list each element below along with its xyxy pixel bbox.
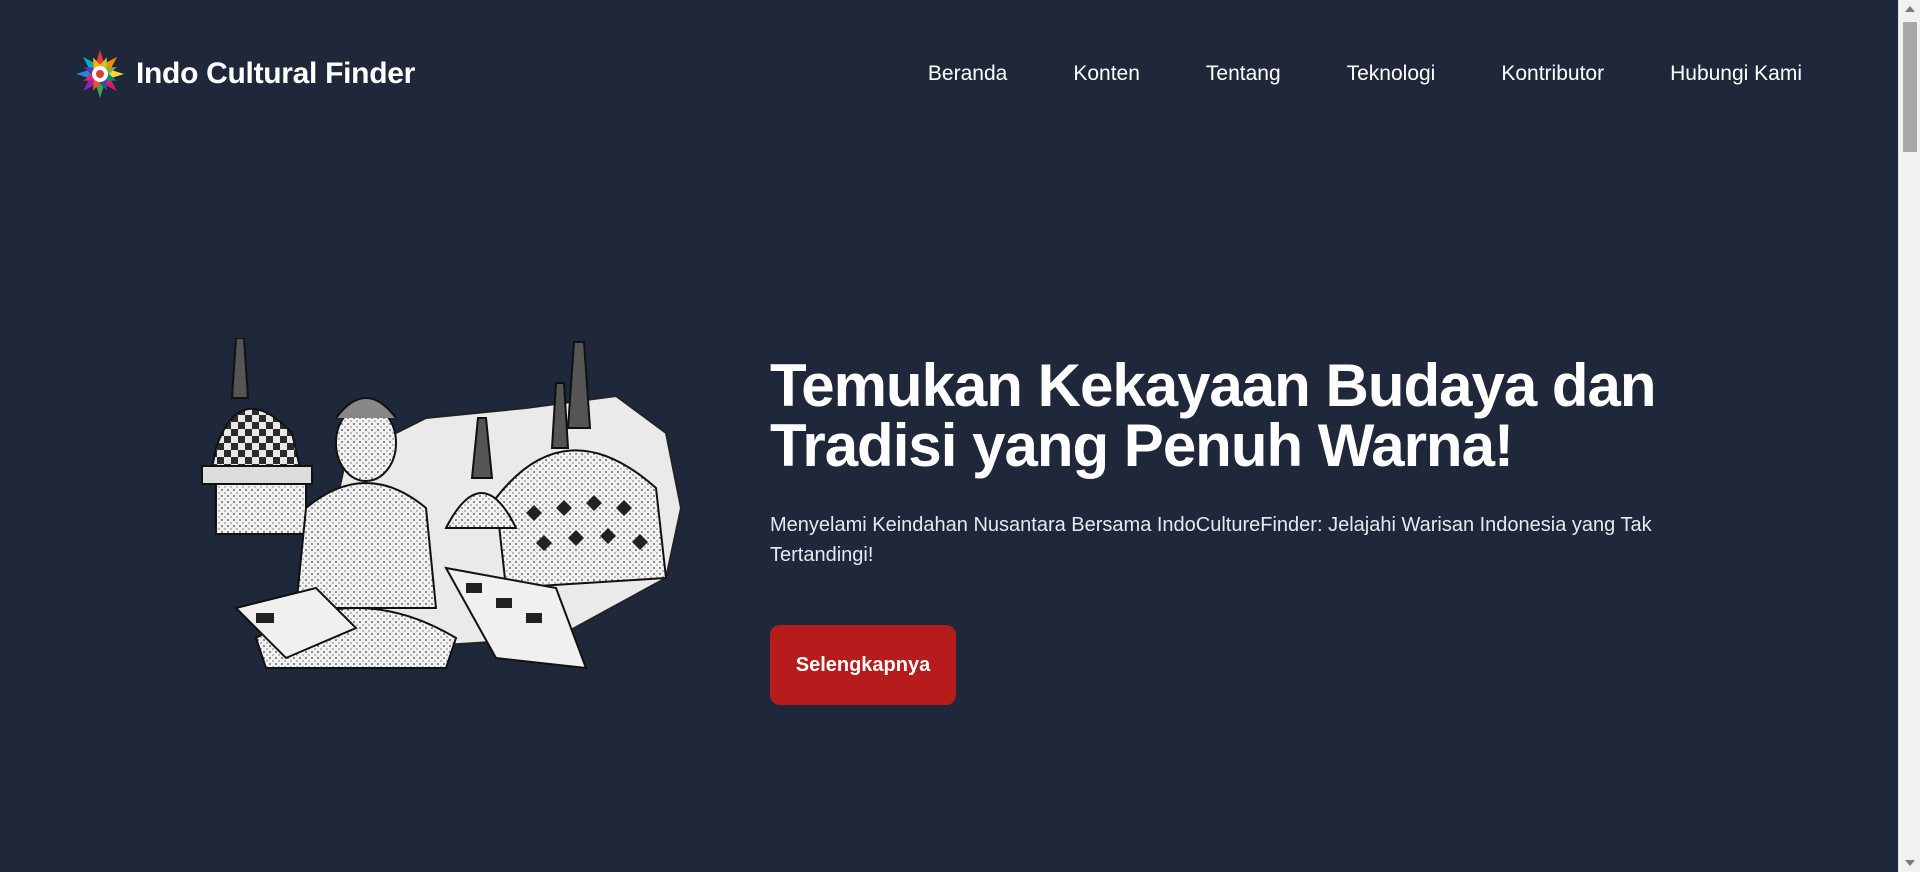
main-nav: Beranda Konten Tentang Teknologi Kontrib… (928, 62, 1802, 86)
site-header: Indo Cultural Finder Beranda Konten Tent… (74, 44, 1802, 104)
borobudur-stupa-buddha-illustration (201, 338, 683, 670)
page: Indo Cultural Finder Beranda Konten Tent… (0, 0, 1898, 872)
nav-item-beranda[interactable]: Beranda (928, 62, 1007, 86)
nav-item-konten[interactable]: Konten (1073, 62, 1140, 86)
scrollbar-thumb[interactable] (1903, 22, 1917, 152)
selengkapnya-button[interactable]: Selengkapnya (770, 625, 956, 705)
brand-name: Indo Cultural Finder (136, 57, 415, 90)
brand[interactable]: Indo Cultural Finder (74, 48, 415, 100)
hero-title-line-2: Tradisi yang Penuh Warna! (770, 412, 1514, 479)
scroll-up-arrow-icon[interactable] (1905, 6, 1915, 12)
hero-title-line-1: Temukan Kekayaan Budaya dan (770, 352, 1657, 419)
vertical-scrollbar[interactable] (1898, 0, 1920, 872)
hero-subtitle: Menyelami Keindahan Nusantara Bersama In… (770, 514, 1652, 566)
nav-item-teknologi[interactable]: Teknologi (1347, 62, 1436, 86)
nav-item-hubungi-kami[interactable]: Hubungi Kami (1670, 62, 1802, 86)
nav-item-kontributor[interactable]: Kontributor (1501, 62, 1604, 86)
nav-item-tentang[interactable]: Tentang (1206, 62, 1281, 86)
hero-text: Temukan Kekayaan Budaya dan Tradisi yang… (770, 356, 1720, 570)
hero-title: Temukan Kekayaan Budaya dan Tradisi yang… (770, 356, 1720, 476)
scroll-down-arrow-icon[interactable] (1905, 860, 1915, 866)
flower-star-logo-icon (76, 50, 124, 98)
